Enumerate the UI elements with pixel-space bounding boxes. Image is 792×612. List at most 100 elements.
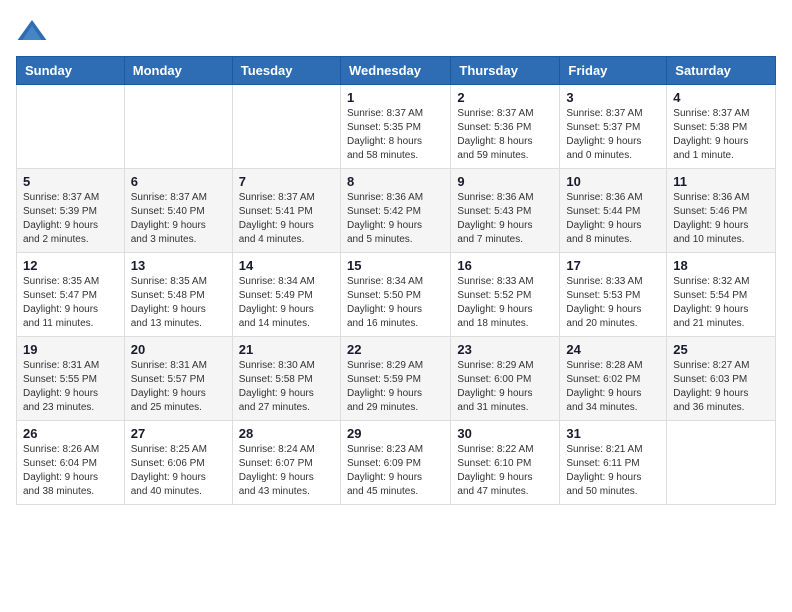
weekday-header-sunday: Sunday — [17, 57, 125, 85]
day-info: Sunrise: 8:34 AM Sunset: 5:50 PM Dayligh… — [347, 275, 444, 331]
calendar-cell: 7 Sunrise: 8:37 AM Sunset: 5:41 PM Daylig… — [232, 169, 340, 253]
day-info: Sunrise: 8:28 AM Sunset: 6:02 PM Dayligh… — [566, 359, 660, 415]
calendar-cell: 10 Sunrise: 8:36 AM Sunset: 5:44 PM Dayli… — [560, 169, 667, 253]
day-number: 1 — [347, 90, 444, 105]
calendar-cell: 24Sunrise: 8:28 AM Sunset: 6:02 PM Dayli… — [560, 337, 667, 421]
day-info: Sunrise: 8:33 AM Sunset: 5:53 PM Dayligh… — [566, 275, 660, 331]
calendar-cell — [667, 421, 776, 505]
day-number: 5 — [23, 174, 118, 189]
logo — [16, 16, 52, 48]
day-number: 30 — [457, 426, 553, 441]
calendar-cell: 18 Sunrise: 8:32 AM Sunset: 5:54 PM Dayli… — [667, 253, 776, 337]
calendar-cell: 14 Sunrise: 8:34 AM Sunset: 5:49 PM Dayli… — [232, 253, 340, 337]
weekday-header-saturday: Saturday — [667, 57, 776, 85]
calendar-cell: 23 Sunrise: 8:29 AM Sunset: 6:00 PM Dayli… — [451, 337, 560, 421]
day-number: 25 — [673, 342, 769, 357]
calendar-cell: 13Sunrise: 8:35 AM Sunset: 5:48 PM Dayli… — [124, 253, 232, 337]
calendar-cell: 29 Sunrise: 8:23 AM Sunset: 6:09 PM Dayli… — [340, 421, 450, 505]
day-info: Sunrise: 8:33 AM Sunset: 5:52 PM Dayligh… — [457, 275, 553, 331]
calendar-cell: 9 Sunrise: 8:36 AM Sunset: 5:43 PM Daylig… — [451, 169, 560, 253]
calendar-cell: 11 Sunrise: 8:36 AM Sunset: 5:46 PM Dayli… — [667, 169, 776, 253]
day-info: Sunrise: 8:36 AM Sunset: 5:44 PM Dayligh… — [566, 191, 660, 247]
calendar-cell: 8 Sunrise: 8:36 AM Sunset: 5:42 PM Daylig… — [340, 169, 450, 253]
day-info: Sunrise: 8:25 AM Sunset: 6:06 PM Dayligh… — [131, 443, 226, 499]
calendar-cell: 28 Sunrise: 8:24 AM Sunset: 6:07 PM Dayli… — [232, 421, 340, 505]
day-info: Sunrise: 8:22 AM Sunset: 6:10 PM Dayligh… — [457, 443, 553, 499]
calendar-cell: 21 Sunrise: 8:30 AM Sunset: 5:58 PM Dayli… — [232, 337, 340, 421]
calendar-cell: 15Sunrise: 8:34 AM Sunset: 5:50 PM Dayli… — [340, 253, 450, 337]
weekday-header-monday: Monday — [124, 57, 232, 85]
logo-icon — [16, 16, 48, 48]
calendar-cell: 26 Sunrise: 8:26 AM Sunset: 6:04 PM Dayli… — [17, 421, 125, 505]
calendar-cell — [124, 85, 232, 169]
page-header — [16, 16, 776, 48]
day-number: 3 — [566, 90, 660, 105]
calendar-cell — [17, 85, 125, 169]
day-number: 28 — [239, 426, 334, 441]
calendar-cell: 27 Sunrise: 8:25 AM Sunset: 6:06 PM Dayli… — [124, 421, 232, 505]
calendar-week-row: 1 Sunrise: 8:37 AM Sunset: 5:35 PM Daylig… — [17, 85, 776, 169]
calendar-cell: 31 Sunrise: 8:21 AM Sunset: 6:11 PM Dayli… — [560, 421, 667, 505]
day-info: Sunrise: 8:34 AM Sunset: 5:49 PM Dayligh… — [239, 275, 334, 331]
calendar-cell: 4 Sunrise: 8:37 AM Sunset: 5:38 PM Daylig… — [667, 85, 776, 169]
day-number: 11 — [673, 174, 769, 189]
calendar-cell: 12 Sunrise: 8:35 AM Sunset: 5:47 PM Dayli… — [17, 253, 125, 337]
day-info: Sunrise: 8:35 AM Sunset: 5:47 PM Dayligh… — [23, 275, 118, 331]
calendar-week-row: 5Sunrise: 8:37 AM Sunset: 5:39 PM Daylig… — [17, 169, 776, 253]
day-number: 7 — [239, 174, 334, 189]
day-number: 20 — [131, 342, 226, 357]
day-info: Sunrise: 8:21 AM Sunset: 6:11 PM Dayligh… — [566, 443, 660, 499]
day-number: 16 — [457, 258, 553, 273]
calendar-cell: 2 Sunrise: 8:37 AM Sunset: 5:36 PM Daylig… — [451, 85, 560, 169]
day-info: Sunrise: 8:27 AM Sunset: 6:03 PM Dayligh… — [673, 359, 769, 415]
day-number: 19 — [23, 342, 118, 357]
day-number: 10 — [566, 174, 660, 189]
day-info: Sunrise: 8:36 AM Sunset: 5:43 PM Dayligh… — [457, 191, 553, 247]
day-info: Sunrise: 8:26 AM Sunset: 6:04 PM Dayligh… — [23, 443, 118, 499]
day-number: 6 — [131, 174, 226, 189]
day-info: Sunrise: 8:30 AM Sunset: 5:58 PM Dayligh… — [239, 359, 334, 415]
day-info: Sunrise: 8:36 AM Sunset: 5:46 PM Dayligh… — [673, 191, 769, 247]
day-number: 2 — [457, 90, 553, 105]
calendar-cell: 1 Sunrise: 8:37 AM Sunset: 5:35 PM Daylig… — [340, 85, 450, 169]
day-info: Sunrise: 8:29 AM Sunset: 5:59 PM Dayligh… — [347, 359, 444, 415]
day-info: Sunrise: 8:37 AM Sunset: 5:36 PM Dayligh… — [457, 107, 553, 163]
calendar-week-row: 19 Sunrise: 8:31 AM Sunset: 5:55 PM Dayli… — [17, 337, 776, 421]
calendar-cell: 16 Sunrise: 8:33 AM Sunset: 5:52 PM Dayli… — [451, 253, 560, 337]
day-info: Sunrise: 8:37 AM Sunset: 5:35 PM Dayligh… — [347, 107, 444, 163]
day-info: Sunrise: 8:36 AM Sunset: 5:42 PM Dayligh… — [347, 191, 444, 247]
day-info: Sunrise: 8:23 AM Sunset: 6:09 PM Dayligh… — [347, 443, 444, 499]
calendar-cell — [232, 85, 340, 169]
day-number: 27 — [131, 426, 226, 441]
day-number: 14 — [239, 258, 334, 273]
calendar-cell: 19 Sunrise: 8:31 AM Sunset: 5:55 PM Dayli… — [17, 337, 125, 421]
day-number: 12 — [23, 258, 118, 273]
day-number: 18 — [673, 258, 769, 273]
day-number: 26 — [23, 426, 118, 441]
day-info: Sunrise: 8:32 AM Sunset: 5:54 PM Dayligh… — [673, 275, 769, 331]
weekday-header-thursday: Thursday — [451, 57, 560, 85]
day-number: 4 — [673, 90, 769, 105]
day-info: Sunrise: 8:29 AM Sunset: 6:00 PM Dayligh… — [457, 359, 553, 415]
calendar-cell: 3 Sunrise: 8:37 AM Sunset: 5:37 PM Daylig… — [560, 85, 667, 169]
calendar-cell: 22Sunrise: 8:29 AM Sunset: 5:59 PM Dayli… — [340, 337, 450, 421]
day-number: 31 — [566, 426, 660, 441]
day-info: Sunrise: 8:31 AM Sunset: 5:55 PM Dayligh… — [23, 359, 118, 415]
day-number: 23 — [457, 342, 553, 357]
day-info: Sunrise: 8:37 AM Sunset: 5:41 PM Dayligh… — [239, 191, 334, 247]
day-number: 9 — [457, 174, 553, 189]
day-info: Sunrise: 8:37 AM Sunset: 5:38 PM Dayligh… — [673, 107, 769, 163]
calendar-cell: 25 Sunrise: 8:27 AM Sunset: 6:03 PM Dayli… — [667, 337, 776, 421]
day-number: 13 — [131, 258, 226, 273]
calendar-cell: 5Sunrise: 8:37 AM Sunset: 5:39 PM Daylig… — [17, 169, 125, 253]
calendar-table: SundayMondayTuesdayWednesdayThursdayFrid… — [16, 56, 776, 505]
calendar-week-row: 26 Sunrise: 8:26 AM Sunset: 6:04 PM Dayli… — [17, 421, 776, 505]
calendar-cell: 30 Sunrise: 8:22 AM Sunset: 6:10 PM Dayli… — [451, 421, 560, 505]
day-info: Sunrise: 8:37 AM Sunset: 5:37 PM Dayligh… — [566, 107, 660, 163]
calendar-cell: 6Sunrise: 8:37 AM Sunset: 5:40 PM Daylig… — [124, 169, 232, 253]
day-number: 29 — [347, 426, 444, 441]
day-number: 8 — [347, 174, 444, 189]
calendar-header-row: SundayMondayTuesdayWednesdayThursdayFrid… — [17, 57, 776, 85]
day-info: Sunrise: 8:24 AM Sunset: 6:07 PM Dayligh… — [239, 443, 334, 499]
day-number: 21 — [239, 342, 334, 357]
